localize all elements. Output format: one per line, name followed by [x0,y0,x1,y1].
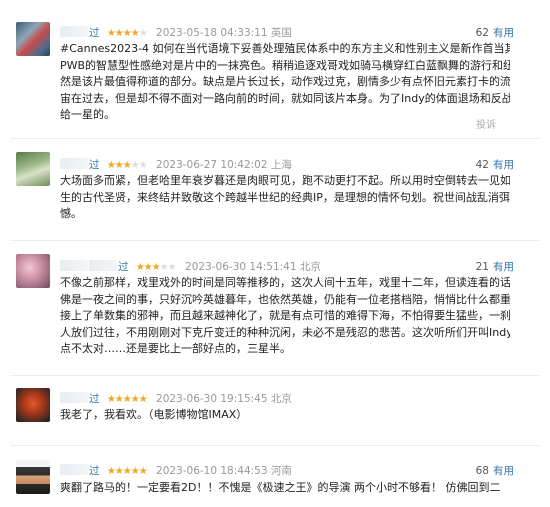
username[interactable]: 过 [60,391,100,406]
review-date: 2023-06-30 19:15:45 [156,393,268,405]
username[interactable]: 过 [60,25,100,40]
review-date: 2023-05-18 04:33:11 [156,27,268,39]
divider [10,375,540,376]
useful-button[interactable]: 68 有用 [476,463,514,478]
username[interactable]: 过 [60,259,129,274]
rating-stars: ★★★★★ [106,28,148,39]
rating-stars: ★★★★★ [106,394,148,405]
useful-button[interactable]: 42 有用 [476,157,514,172]
divider [10,240,540,241]
avatar[interactable] [16,388,50,422]
review-date: 2023-06-27 10:42:02 [156,159,268,171]
review-location: 北京 [270,393,292,405]
rating-stars: ★★★★★ [106,160,148,171]
review-meta: 过 ★★★★★ 2023-06-30 19:15:45 北京 [60,391,292,406]
rating-stars: ★★★★★ [106,466,148,477]
review-meta: 过 ★★★★★ 2023-06-10 18:44:53 河南 [60,463,292,478]
review-location: 英国 [270,27,292,39]
divider [10,445,540,446]
rating-stars: ★★★★★ [135,262,177,273]
review-content: 不像之前那样，戏里戏外的时间是同等推移的，这次人间十五年，戏里十二年，但读连看的… [60,276,510,355]
review-location: 北京 [299,261,321,273]
review-date: 2023-06-10 18:44:53 [156,465,268,477]
review-location: 上海 [270,159,292,171]
review-date: 2023-06-30 14:51:41 [185,261,297,273]
review-content: 大场面多而紧，但老哈里年衰岁暮还是肉眼可见，跑不动更打不起。所以用时空倒转去一见… [60,174,510,220]
report-link[interactable]: 投诉 [476,116,496,131]
useful-button[interactable]: 62 有用 [476,25,514,40]
useful-button[interactable]: 21 有用 [476,259,514,274]
avatar[interactable] [16,460,50,494]
avatar[interactable] [16,152,50,186]
review-meta: 过 ★★★★★ 2023-06-30 14:51:41 北京 [60,259,321,274]
avatar[interactable] [16,22,50,56]
review-list: 过 ★★★★★ 2023-05-18 04:33:11 英国 62 有用 #Can… [0,0,550,507]
avatar[interactable] [16,254,50,288]
review-meta: 过 ★★★★★ 2023-06-27 10:42:02 上海 [60,157,292,172]
review-content: 我老了，我看欢。（电影博物馆IMAX） [60,408,248,421]
review-meta: 过 ★★★★★ 2023-05-18 04:33:11 英国 [60,25,292,40]
divider [10,138,540,139]
review-location: 河南 [270,465,292,477]
review-content: #Cannes2023-4 如何在当代语境下妥善处理殖民体系中的东方主义和性别主… [60,42,510,121]
review-content: 爽翻了路马的！一定要看2D！！不愧是《极速之王》的导演 两个小时不够看！ 仿佛回… [60,481,501,494]
username[interactable]: 过 [60,463,100,478]
username[interactable]: 过 [60,157,100,172]
